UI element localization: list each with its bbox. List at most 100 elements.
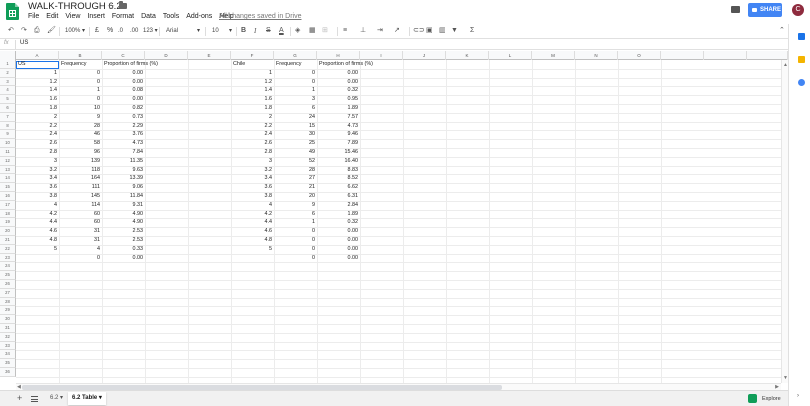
cell-c12[interactable]: 11.35: [104, 157, 143, 166]
cell-b5[interactable]: 0: [61, 95, 100, 104]
cell-b12[interactable]: 139: [61, 157, 100, 166]
horizontal-align-icon[interactable]: ≡: [343, 26, 347, 36]
currency-button[interactable]: £: [95, 26, 99, 36]
functions-icon[interactable]: Σ: [470, 26, 474, 36]
cell-f12[interactable]: 3: [233, 157, 272, 166]
cell-c21[interactable]: 2.53: [104, 236, 144, 245]
cell-h10[interactable]: 7.89: [319, 139, 359, 148]
cell-b3[interactable]: 0: [61, 78, 100, 87]
column-header-f[interactable]: F: [231, 51, 274, 60]
cell-a21[interactable]: 4.8: [18, 236, 58, 245]
bold-button[interactable]: B: [241, 26, 246, 36]
cell-c10[interactable]: 4.73: [104, 139, 144, 148]
menu-edit[interactable]: Edit: [46, 13, 58, 20]
tasks-icon[interactable]: [798, 79, 805, 86]
cell-g17[interactable]: 9: [276, 201, 315, 210]
avatar[interactable]: C: [792, 4, 804, 16]
cell-a12[interactable]: 3: [18, 157, 57, 166]
cell-a9[interactable]: 2.4: [18, 130, 58, 139]
column-header-a[interactable]: A: [16, 51, 59, 60]
cell-a20[interactable]: 4.6: [18, 227, 58, 236]
cell-h4[interactable]: 0.32: [319, 86, 359, 95]
column-header-h[interactable]: H: [317, 51, 360, 60]
vertical-align-icon[interactable]: ⊥: [360, 26, 366, 36]
row-header[interactable]: 20: [0, 227, 16, 236]
row-header[interactable]: 31: [0, 324, 16, 333]
cell-f6[interactable]: 1.8: [233, 104, 273, 113]
row-header[interactable]: 35: [0, 359, 16, 368]
comment-icon[interactable]: ▣: [426, 26, 433, 36]
cell-g19[interactable]: 1: [276, 218, 315, 227]
row-header[interactable]: 21: [0, 236, 16, 245]
cell-a6[interactable]: 1.8: [18, 104, 58, 113]
folder-icon[interactable]: [119, 1, 127, 9]
calendar-icon[interactable]: [798, 33, 805, 40]
cell-a16[interactable]: 3.8: [18, 192, 58, 201]
cell-h17[interactable]: 2.84: [319, 201, 359, 210]
column-header-e[interactable]: E: [188, 51, 231, 60]
row-header[interactable]: 9: [0, 130, 16, 140]
row-header[interactable]: 34: [0, 350, 16, 360]
font-size-select[interactable]: 10: [212, 26, 219, 36]
column-header-empty[interactable]: [661, 51, 704, 60]
cell-c8[interactable]: 2.29: [104, 122, 144, 131]
cell-a7[interactable]: 2: [18, 113, 57, 122]
cell-c13[interactable]: 9.63: [104, 166, 144, 175]
cell-b4[interactable]: 1: [61, 86, 100, 95]
formula-input[interactable]: US: [20, 40, 28, 46]
cell-b23[interactable]: 0: [61, 254, 100, 263]
zoom-select[interactable]: 100% ▾: [65, 26, 85, 36]
cell-a1[interactable]: US: [18, 60, 57, 69]
cell-c11[interactable]: 7.84: [104, 148, 144, 157]
cell-f17[interactable]: 4: [233, 201, 272, 210]
row-header[interactable]: 12: [0, 156, 16, 166]
text-wrap-icon[interactable]: ⇥: [377, 26, 383, 36]
row-header[interactable]: 4: [0, 86, 16, 96]
column-header-l[interactable]: L: [489, 51, 532, 60]
cell-c23[interactable]: 0.00: [104, 254, 144, 263]
cell-a13[interactable]: 3.2: [18, 166, 58, 175]
cell-c18[interactable]: 4.90: [104, 210, 144, 219]
cell-f2[interactable]: 1: [233, 69, 272, 78]
cell-h18[interactable]: 1.89: [319, 210, 359, 219]
cell-b8[interactable]: 28: [61, 122, 100, 131]
cell-f16[interactable]: 3.8: [233, 192, 273, 201]
borders-icon[interactable]: ▦: [309, 26, 316, 36]
spreadsheet-grid[interactable]: ABCDEFGHIJKLMNO 1 2 3 4 5 6 7 8 9 10 11 12 13 14 15 16 1…: [0, 51, 788, 383]
cell-h14[interactable]: 8.52: [319, 174, 359, 183]
cell-f13[interactable]: 3.2: [233, 166, 273, 175]
column-header-empty[interactable]: [747, 51, 788, 60]
cell-g16[interactable]: 20: [276, 192, 315, 201]
select-all-corner[interactable]: [0, 51, 16, 60]
cell-g21[interactable]: 0: [276, 236, 315, 245]
cell-h2[interactable]: 0.00: [319, 69, 359, 78]
cell-f19[interactable]: 4.4: [233, 218, 273, 227]
cell-b14[interactable]: 164: [61, 174, 100, 183]
cell-c2[interactable]: 0.00: [104, 69, 144, 78]
row-header[interactable]: 5: [0, 95, 16, 104]
cell-f4[interactable]: 1.4: [233, 86, 273, 95]
cell-g1[interactable]: Frequency: [276, 60, 315, 69]
column-header-k[interactable]: K: [446, 51, 489, 60]
cell-c14[interactable]: 13.39: [104, 174, 144, 183]
cell-c6[interactable]: 0.82: [104, 104, 144, 113]
cell-g14[interactable]: 27: [276, 174, 315, 183]
cell-a3[interactable]: 1.2: [18, 78, 58, 87]
row-header[interactable]: 3: [0, 77, 16, 87]
cell-g22[interactable]: 0: [276, 245, 315, 254]
vertical-scrollbar[interactable]: ▲ ▼: [781, 60, 788, 383]
cell-c20[interactable]: 2.53: [104, 227, 144, 236]
sheet-tab-6-2[interactable]: 6.2 ▾: [46, 392, 67, 405]
cell-f22[interactable]: 5: [233, 245, 272, 254]
cell-f3[interactable]: 1.2: [233, 78, 273, 87]
row-header[interactable]: 2: [0, 68, 16, 78]
cell-b18[interactable]: 60: [61, 210, 100, 219]
fill-color-icon[interactable]: ◈: [295, 26, 300, 36]
cell-a5[interactable]: 1.6: [18, 95, 58, 104]
decrease-decimals-button[interactable]: .0: [118, 26, 123, 36]
cell-a2[interactable]: 1: [18, 69, 57, 78]
star-icon[interactable]: ☆: [107, 1, 115, 12]
row-header[interactable]: 30: [0, 315, 16, 324]
cell-f21[interactable]: 4.8: [233, 236, 273, 245]
cell-f15[interactable]: 3.6: [233, 183, 273, 192]
